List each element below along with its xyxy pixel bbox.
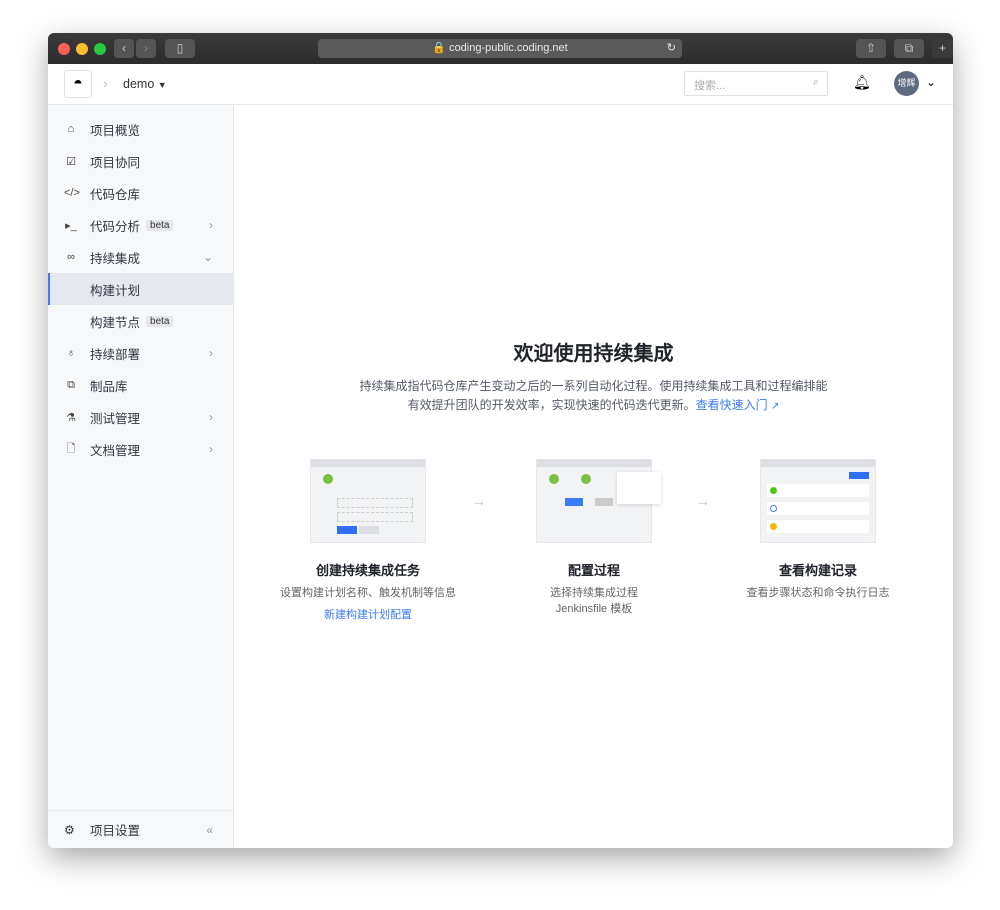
reload-icon[interactable]: ↻ [667,39,676,58]
step-title: 创建持续集成任务 [315,563,420,578]
search-placeholder: 搜索... [694,80,726,92]
sidebar-item-collab[interactable]: ☑ 项目协同 [48,145,233,177]
sidebar-item-analysis[interactable]: ▸_ 代码分析 beta › [48,209,233,241]
configure-illustration [536,459,661,543]
breadcrumb-separator-icon: › [103,76,108,91]
item-label: 代码仓库 [90,187,141,202]
step-desc: 选择持续集成过程 Jenkinsfile 模板 [550,587,638,615]
app-header: ◓ › demo ▼ 搜索... ⌕ 🔔︎ 增辉 ⌄ [48,64,953,105]
browser-titlebar: ‹ › ▯ 🔒 coding-public.coding.net ↻ ⇧ ⧉ + [48,33,953,64]
search-input[interactable]: 搜索... ⌕ [684,71,828,96]
coding-logo-icon[interactable]: ◓ [64,70,92,98]
forward-button[interactable]: › [136,39,156,58]
browser-window: ‹ › ▯ 🔒 coding-public.coding.net ↻ ⇧ ⧉ + … [48,33,953,848]
sidebar-toggle-icon[interactable]: ▯ [165,39,195,58]
sidebar-item-ci[interactable]: ∞ 持续集成 ⌄ [48,241,233,273]
item-label: 测试管理 [90,411,141,426]
chevron-right-icon: › [209,346,213,360]
sidebar-item-testing[interactable]: ⚗ 测试管理 › [48,401,233,433]
main-content: 欢迎使用持续集成 持续集成指代码仓库产生变动之后的一系列自动化过程。使用持续集成… [234,105,953,848]
item-label: 持续部署 [90,347,141,362]
intro-text: 持续集成指代码仓库产生变动之后的一系列自动化过程。使用持续集成工具和过程编排能有… [354,377,833,416]
quickstart-link[interactable]: 查看快速入门 [696,398,768,412]
chevron-right-icon: › [209,218,213,232]
chevron-right-icon: › [209,442,213,456]
sidebar-item-build-nodes[interactable]: 构建节点 beta [48,305,233,337]
new-build-plan-link[interactable]: 新建构建计划配置 [324,609,412,621]
arrow-right-icon: → [696,493,710,509]
document-icon: 🗋 [66,442,76,455]
item-label: 制品库 [90,379,128,394]
artifact-icon: ⧉ [67,378,75,391]
chevron-down-icon: ⌄ [202,250,213,264]
settings-label: 项目设置 [90,824,141,838]
search-icon: ⌕ [812,76,819,88]
item-label: 构建计划 [90,283,141,298]
step-title: 配置过程 [567,563,620,578]
build-records-illustration [760,459,876,543]
step-desc: 查看步骤状态和命令执行日志 [746,587,890,599]
caret-down-icon: ▼ [157,80,167,90]
infinity-icon: ∞ [67,251,75,263]
back-button[interactable]: ‹ [114,39,134,58]
sidebar-item-repo[interactable]: </> 代码仓库 [48,177,233,209]
rocket-icon: ♁ [66,347,76,359]
sidebar-item-build-plans[interactable]: 构建计划 [48,273,233,305]
collapse-sidebar-icon[interactable]: « [206,823,213,837]
beta-badge: beta [146,315,174,327]
minimize-window-button[interactable] [76,43,88,55]
step-configure: 配置过程 选择持续集成过程 Jenkinsfile 模板 [494,459,694,617]
avatar[interactable]: 增辉 [894,71,919,96]
sidebar: ⌂ 项目概览 ☑ 项目协同 </> 代码仓库 ▸_ 代码分析 beta › ∞ 持续集成 ⌄ 构… [48,105,234,848]
sidebar-item-overview[interactable]: ⌂ 项目概览 [48,113,233,145]
project-settings[interactable]: ⚙ 项目设置 « [48,810,233,848]
sidebar-item-artifacts[interactable]: ⧉ 制品库 [48,369,233,401]
create-task-illustration [310,459,426,543]
chevron-down-icon[interactable]: ⌄ [926,75,936,89]
terminal-icon: ▸_ [65,219,77,232]
item-label: 文档管理 [90,443,141,458]
flask-icon: ⚗ [66,411,76,424]
arrow-right-icon: → [472,493,486,509]
step-create: 创建持续集成任务 设置构建计划名称、触发机制等信息 新建构建计划配置 [268,459,468,623]
page-title: 欢迎使用持续集成 [513,343,674,365]
chevron-right-icon: › [209,410,213,424]
step-title: 查看构建记录 [778,563,857,578]
item-label: 项目协同 [90,155,141,170]
sidebar-item-cd[interactable]: ♁ 持续部署 › [48,337,233,369]
gear-icon: ⚙ [64,822,75,837]
close-window-button[interactable] [58,43,70,55]
checkbox-icon: ☑ [66,155,76,168]
item-label: 构建节点 [90,315,141,330]
project-switcher[interactable]: demo ▼ [123,77,167,91]
zoom-window-button[interactable] [94,43,106,55]
item-label: 项目概览 [90,123,141,138]
url-text: coding-public.coding.net [449,42,568,54]
home-icon: ⌂ [67,123,75,135]
project-name: demo [123,77,155,91]
step-desc: 设置构建计划名称、触发机制等信息 [280,587,456,599]
item-label: 代码分析 [90,219,141,234]
step-records: 查看构建记录 查看步骤状态和命令执行日志 [718,459,918,601]
code-icon: </> [64,187,80,199]
address-bar[interactable]: 🔒 coding-public.coding.net ↻ [318,39,682,58]
item-label: 持续集成 [90,251,141,266]
share-icon[interactable]: ⇧ [856,39,886,58]
beta-badge: beta [146,219,174,231]
tabs-icon[interactable]: ⧉ [894,39,924,58]
bell-icon[interactable]: 🔔︎ [853,74,871,91]
external-link-icon: ↗ [770,401,780,412]
sidebar-item-docs[interactable]: 🗋 文档管理 › [48,433,233,465]
new-tab-icon[interactable]: + [932,39,953,58]
